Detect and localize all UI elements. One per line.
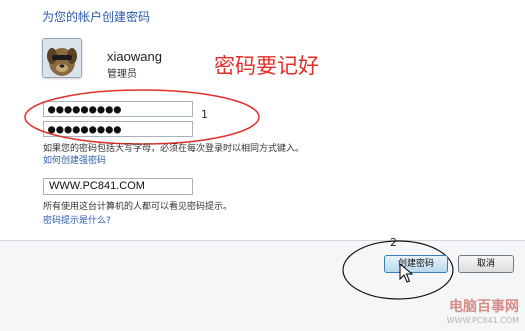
annotation-marker-1: 1 — [201, 108, 208, 121]
new-password-field[interactable]: ●●●●●●●●● — [43, 101, 193, 117]
annotation-ellipse-1 — [24, 89, 260, 145]
dog-avatar-icon — [42, 38, 82, 78]
watermark-url: WWW.PC841.COM — [446, 316, 519, 325]
dialog-title: 为您的帐户创建密码 — [42, 10, 151, 24]
create-password-button[interactable]: 创建密码 — [384, 255, 448, 273]
strong-password-link[interactable]: 如何创建强密码 — [43, 153, 106, 166]
user-name: xiaowang — [107, 49, 162, 64]
watermark-brand: 电脑百事网 — [449, 299, 519, 315]
hint-visibility-note: 所有使用这台计算机的人都可以看见密码提示。 — [43, 202, 233, 212]
mouse-cursor-icon — [399, 263, 414, 283]
confirm-password-field[interactable]: ●●●●●●●●● — [43, 121, 193, 137]
user-role: 管理员 — [107, 69, 137, 80]
cancel-button[interactable]: 取消 — [458, 255, 514, 273]
password-hint-link[interactable]: 密码提示是什么? — [43, 213, 111, 226]
footer-divider — [0, 240, 525, 241]
annotation-marker-2: 2 — [390, 236, 397, 249]
site-watermark: 电脑百事网 WWW.PC841.COM — [447, 296, 519, 325]
annotation-note: 密码要记好 — [214, 54, 319, 78]
password-hint-field[interactable]: WWW.PC841.COM — [43, 178, 193, 195]
